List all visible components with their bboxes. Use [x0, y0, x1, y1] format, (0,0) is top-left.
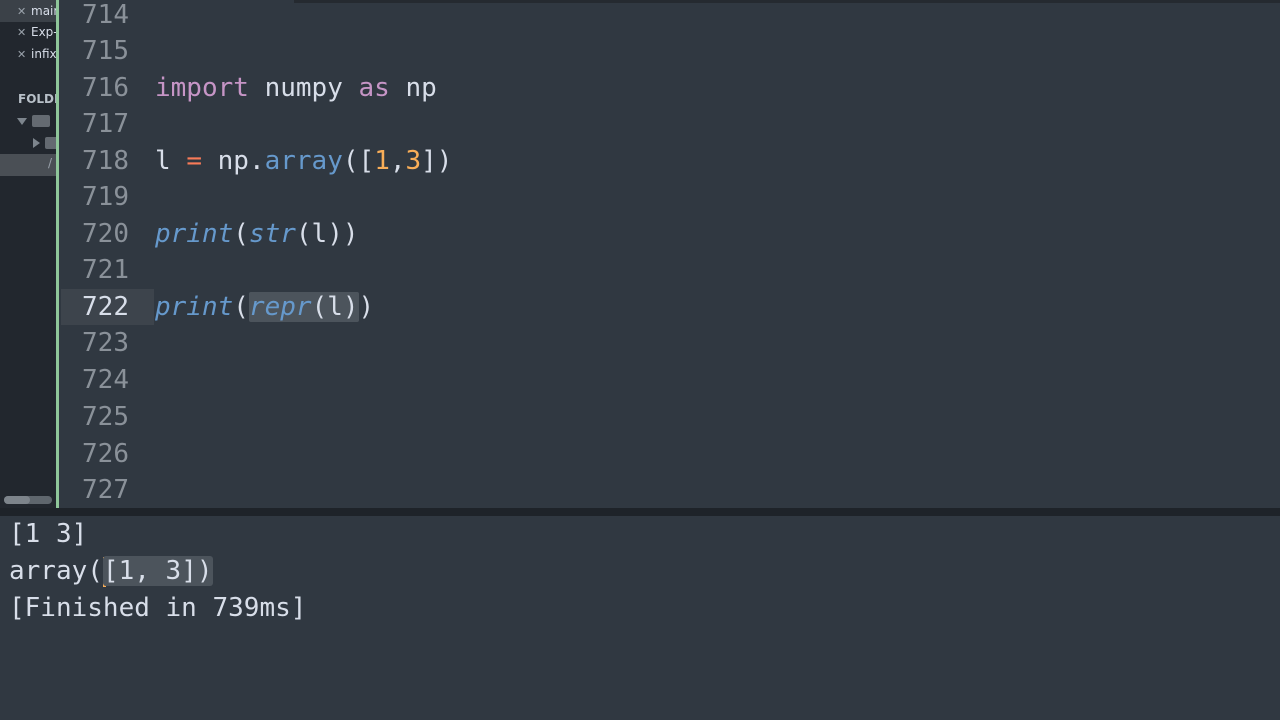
code-line: 725 [59, 399, 1280, 435]
line-number: 721 [82, 255, 129, 285]
code-text[interactable]: import numpy as np [155, 70, 437, 106]
output-selection: [1, 3]) [102, 556, 213, 586]
code-line: 717 [59, 106, 1280, 142]
folder-child[interactable] [0, 132, 58, 154]
code-line: 724 [59, 362, 1280, 398]
folders-heading: FOLDERS [18, 92, 58, 106]
line-number: 714 [82, 0, 129, 30]
line-number: 718 [82, 146, 129, 176]
code-line: 715 [59, 33, 1280, 69]
selection-highlight: repr(l) [248, 292, 359, 322]
line-number: 716 [82, 73, 129, 103]
line-number: 715 [82, 36, 129, 66]
code-text[interactable]: print(repr(l)) [155, 289, 374, 325]
code-text[interactable]: print(str(l)) [155, 216, 359, 252]
line-number: 720 [82, 219, 129, 249]
code-line: 716 import numpy as np [59, 70, 1280, 106]
code-line: 714 [59, 0, 1280, 33]
code-line: 727 [59, 472, 1280, 508]
open-file-exp[interactable]: ✕ Exp- [0, 21, 58, 43]
line-number: 724 [82, 365, 129, 395]
chevron-right-icon[interactable] [33, 138, 40, 148]
close-icon[interactable]: ✕ [17, 22, 27, 44]
panel-divider[interactable] [0, 508, 1280, 516]
line-number: 727 [82, 475, 129, 505]
build-output-panel[interactable]: [1 3] array([1, 3]) [Finished in 739ms] [0, 516, 1280, 720]
line-number: 722 [82, 292, 129, 322]
selected-file[interactable]: / [0, 154, 58, 176]
code-line: 723 [59, 325, 1280, 361]
line-number: 725 [82, 402, 129, 432]
output-line: [Finished in 739ms] [9, 593, 307, 623]
code-line: 720 print(str(l)) [59, 216, 1280, 252]
close-icon[interactable]: ✕ [17, 44, 27, 66]
code-line: 719 [59, 179, 1280, 215]
close-icon[interactable]: ✕ [17, 1, 27, 23]
open-file-infix[interactable]: ✕ infix [0, 43, 58, 65]
code-line: 721 [59, 252, 1280, 288]
sidebar-scrollbar-thumb[interactable] [4, 496, 30, 504]
line-number: 726 [82, 439, 129, 469]
sidebar: ✕main ✕Exp- ✕infix FOLDERS / [0, 0, 58, 508]
line-number: 719 [82, 182, 129, 212]
output-line: [1 3] [9, 519, 88, 549]
code-text[interactable]: l = np.array([1,3]) [155, 143, 452, 179]
output-line: array([1, 3]) [9, 556, 213, 587]
code-line: 718 l = np.array([1,3]) [59, 143, 1280, 179]
line-number: 723 [82, 328, 129, 358]
folder-root[interactable] [0, 110, 58, 132]
folder-open-icon [32, 115, 50, 127]
line-number: 717 [82, 109, 129, 139]
code-line-current: 722 print(repr(l)) [59, 289, 1280, 325]
code-line: 726 [59, 436, 1280, 472]
chevron-down-icon[interactable] [17, 118, 27, 125]
open-file-main[interactable]: ✕ main [0, 0, 58, 22]
code-editor[interactable]: 714 715 716 import numpy as np 717 718 l… [59, 0, 1280, 508]
